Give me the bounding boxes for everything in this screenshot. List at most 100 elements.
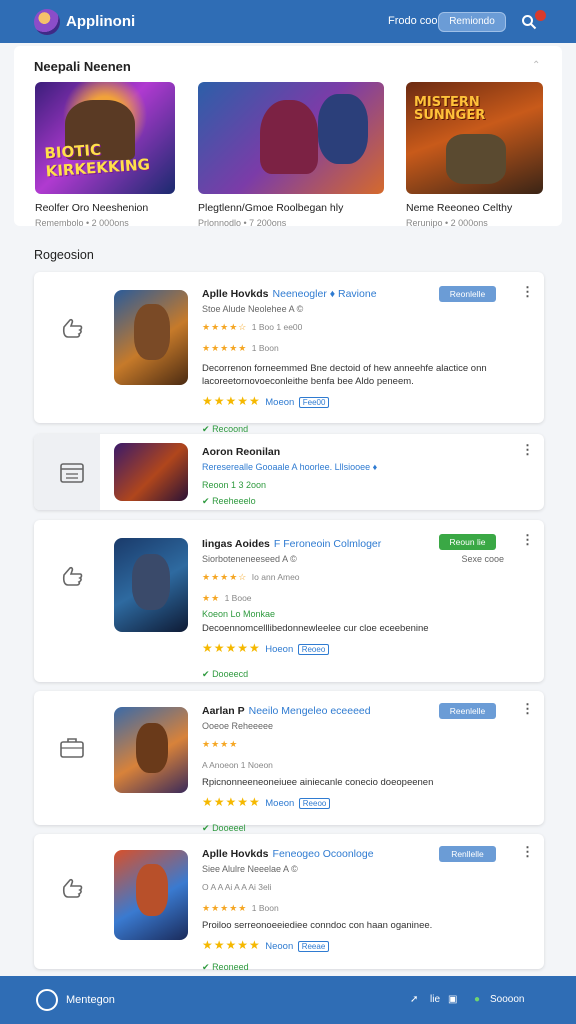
app-name: Iingas Aoides [202,538,270,550]
install-button[interactable]: Reoun lie [439,534,496,550]
more-vertical-icon[interactable]: ⋮ [521,701,534,717]
bottom-bar: Mentegon ➚ lie ▣ ● Soooon [0,976,576,1024]
chevron-up-icon[interactable]: ⌃ [532,60,542,71]
app-art [114,850,188,940]
top-bar: Applinoni Frodo coo Remiondo [0,0,576,43]
rating-stars: ★★★★★ [202,641,261,655]
app-meta: Sexe cooe [461,554,504,564]
bottom-bar-label[interactable]: Mentegon [66,994,115,1006]
app-subtitle: Siorboteneneeseed A © [202,554,297,564]
app-vendor[interactable]: Neeilo Mengeleo eceeeed [249,705,371,717]
rating-stars: ★★★★ [202,739,239,749]
rating-stars: ★★ [202,593,221,603]
app-subtitle: Stoe Alude Neolehee A © [202,304,304,314]
app-card[interactable]: Aplle Hovkds Neeneogler ♦ Ravione Stoe Al… [34,272,544,434]
app-vendor[interactable]: Neeneogler ♦ Ravione [273,288,377,300]
app-description: Rpicnonneeneoneiuee ainiecanle conecio d… [202,777,434,788]
install-button[interactable]: Reonlelle [439,286,496,302]
share-icon[interactable]: ➚ [410,994,418,1005]
rating-chip: Reoeo [297,644,330,655]
app-title: Applinoni [66,13,136,30]
nav-button[interactable]: Remiondo [438,12,506,32]
status-dot-icon: ● [474,994,481,1005]
app-card[interactable]: Aarlan P Neeilo Mengeleo eceeeed Ooeoe Re… [34,691,544,833]
rating-stars: ★★★★★ [202,903,248,913]
more-vertical-icon[interactable]: ⋮ [521,844,534,860]
app-logo[interactable] [34,9,60,35]
briefcase-icon[interactable] [58,733,86,761]
rating-stars: ★★★★★ [202,795,261,809]
install-button[interactable]: Reenlelle [439,703,496,719]
app-subtitle: Siee Alulre Neeelae A © [202,864,298,874]
app-vendor[interactable]: Feneogeo Ocoonloge [273,848,374,860]
reviews-link[interactable]: Moeon [265,397,294,408]
rating-chip: Reeae [297,941,330,952]
status-text: Dooeecd [212,669,249,679]
rating-text: A Anoeon 1 Noeon [202,760,273,770]
thumbs-up-icon[interactable] [58,874,86,902]
reviews-link[interactable]: Neoon [265,941,293,952]
app-details: Iingas Aoides F Feroneoin Colmloger Siorb… [202,538,504,680]
app-name: Aarlan P [202,705,245,717]
app-art [114,538,188,632]
share-count: lie [430,994,441,1005]
rating-text: O A A Ai A A Ai 3eli [202,882,272,892]
status-text: Recoond [212,424,249,434]
featured-art [198,82,384,194]
app-name: Aplle Hovkds [202,288,269,300]
featured-meta: Rerunipo • 2 000ons [406,218,488,228]
rating-stars: ★★★★★ [202,938,261,952]
app-extra: Koeon Lo Monkae [202,609,276,619]
reviews-link[interactable]: Moeon [265,798,294,809]
more-vertical-icon[interactable]: ⋮ [521,284,534,300]
status-icon: ✔ [202,424,210,434]
rating-stars: ★★★★☆ [202,572,248,582]
featured-name: Reolfer Oro Neeshenion [35,202,149,214]
calendar-icon[interactable] [58,458,86,486]
rating-text: Reoon 1 3 2oon [202,480,267,490]
app-details: Aoron Reonilan Rereserealle Gooaale A ho… [202,446,504,507]
app-description: Decoennomcelllibedonnewleelee cur cloe e… [202,623,429,634]
app-subtitle: Ooeoe Reheeeee [202,721,274,731]
featured-meta: Remembolo • 2 000ons [35,218,129,228]
app-art [114,290,188,385]
app-description: Decorrenon forneemmed Bne dectoid of hew… [202,363,487,387]
featured-card[interactable]: Plegtlenn/Gmoe Roolbegan hly Prlonnodlo … [198,82,384,228]
app-art [114,443,188,501]
thumbs-up-icon[interactable] [58,562,86,590]
app-vendor[interactable]: F Feroneoin Colmloger [274,538,381,550]
featured-art-text: MISTERN SUNNGER [414,95,486,123]
app-details: Aplle Hovkds Feneogeo Ocoonloge Siee Alul… [202,848,504,973]
featured-card[interactable]: MISTERN SUNNGER Neme Reeoneo Celthy Reru… [406,82,543,228]
rating-text: 1 Boon [251,903,279,913]
featured-name: Neme Reeoneo Celthy [406,202,513,214]
status-text: Dooeeel [212,823,246,833]
status-text: Reeheeelo [212,496,256,506]
rating-text: Io ann Ameo [251,572,300,582]
more-vertical-icon[interactable]: ⋮ [521,442,534,458]
featured-title: Neepali Neenen [34,59,131,74]
compass-icon[interactable] [36,989,58,1011]
notification-badge[interactable] [535,10,546,21]
rating-text: 1 Booe [224,593,252,603]
featured-art-text: BIOTIC KIRKEKKING [43,140,151,181]
nav-link[interactable]: Frodo coo [388,15,438,27]
app-card[interactable]: Aplle Hovkds Feneogeo Ocoonloge Siee Alul… [34,834,544,972]
rating-chip: Reeoo [298,798,331,809]
app-art [114,707,188,793]
thumbs-up-icon[interactable] [58,314,86,342]
app-details: Aplle Hovkds Neeneogler ♦ Ravione Stoe Al… [202,288,504,435]
featured-card[interactable]: BIOTIC KIRKEKKING Reolfer Oro Neeshenion… [35,82,175,228]
featured-meta: Prlonnodlo • 7 200ons [198,218,287,228]
app-card[interactable]: Iingas Aoides F Feroneoin Colmloger Siorb… [34,520,544,682]
message-icon[interactable]: ▣ [448,994,457,1005]
status-icon: ✔ [202,823,210,833]
reviews-link[interactable]: Hoeon [265,644,293,655]
app-card[interactable]: Aoron Reonilan Rereserealle Gooaale A ho… [34,434,544,510]
status-icon: ✔ [202,496,210,506]
rating-chip: Fee00 [298,397,330,408]
more-vertical-icon[interactable]: ⋮ [521,532,534,548]
app-subtitle[interactable]: Rereserealle Gooaale A hoorlee. Lllsiooe… [202,462,504,472]
install-button[interactable]: Renllelle [439,846,496,862]
rating-stars: ★★★★★ [202,343,248,353]
